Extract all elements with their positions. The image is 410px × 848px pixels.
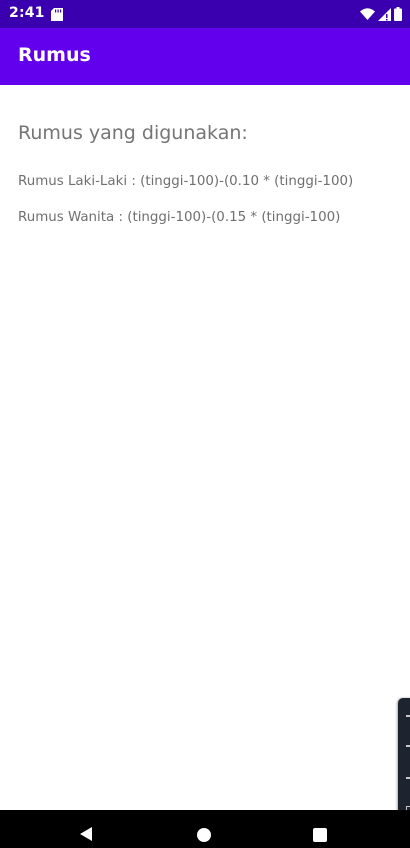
status-icons <box>360 6 402 22</box>
edge-mark <box>406 715 410 717</box>
edge-mark <box>406 745 410 747</box>
navigation-bar <box>0 810 410 848</box>
formula-heading: Rumus yang digunakan: <box>18 122 248 144</box>
status-bar: 2:41 <box>0 0 410 28</box>
sd-card-icon <box>51 8 63 21</box>
content-area: Rumus yang digunakan: Rumus Laki-Laki : … <box>0 85 410 810</box>
formula-male-text: Rumus Laki-Laki : (tinggi-100)-(0.10 * (… <box>18 174 354 189</box>
app-bar: Rumus <box>0 28 410 85</box>
wifi-icon <box>360 8 375 20</box>
signal-icon <box>378 7 391 21</box>
status-time: 2:41 <box>9 5 45 21</box>
recents-icon[interactable] <box>313 828 327 842</box>
home-icon[interactable] <box>197 828 211 842</box>
app-title: Rumus <box>18 44 91 66</box>
back-icon[interactable] <box>78 826 94 842</box>
app-screen: 2:41 Rumus Rumus yang digunakan: Rumus L… <box>0 0 410 848</box>
battery-icon <box>394 7 402 21</box>
formula-female-text: Rumus Wanita : (tinggi-100)-(0.15 * (tin… <box>18 210 341 225</box>
edge-mark <box>406 777 410 779</box>
